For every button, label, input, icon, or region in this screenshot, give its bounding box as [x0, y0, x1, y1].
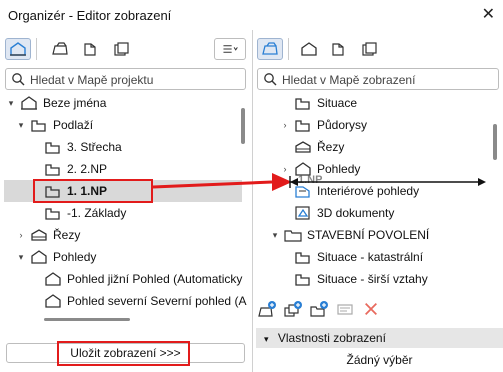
tree-item[interactable]: Situace — [280, 92, 357, 114]
house-icon — [20, 95, 38, 111]
toolbar-divider — [288, 38, 289, 60]
tree-item[interactable]: 3. Střecha — [30, 136, 122, 158]
search-icon — [12, 73, 25, 86]
view-map-button[interactable] — [47, 38, 73, 60]
right-vertical-scrollbar[interactable] — [493, 124, 497, 160]
layout-book-tab-button[interactable] — [326, 38, 352, 60]
tree-item[interactable]: ▾ Podlaží — [16, 114, 93, 136]
view-properties-header[interactable]: ▾ Vlastnosti zobrazení — [256, 328, 503, 348]
floor-icon — [294, 117, 312, 133]
left-vertical-scrollbar[interactable] — [241, 108, 245, 144]
floor-icon — [30, 117, 48, 133]
chevron-right-icon[interactable]: › — [16, 230, 26, 240]
expand-arrow-icon[interactable]: ▾ — [6, 98, 16, 109]
chevron-right-icon[interactable]: › — [280, 164, 290, 174]
floor-icon — [294, 249, 312, 265]
tree-item-label: Řezy — [53, 228, 81, 242]
folder-icon — [284, 227, 302, 243]
tree-item[interactable]: ▾ STAVEBNÍ POVOLENÍ — [270, 224, 430, 246]
tree-item-label: 3. Střecha — [67, 140, 122, 154]
view-map-tab-button[interactable] — [257, 38, 283, 60]
toolbar-divider — [36, 38, 37, 60]
search-icon — [264, 73, 277, 86]
floor-icon — [294, 271, 312, 287]
tree-item[interactable]: › Řezy — [16, 224, 81, 246]
elevation-icon — [44, 271, 62, 287]
floor-icon — [294, 95, 312, 111]
3d-doc-icon — [294, 205, 312, 221]
pane-divider[interactable] — [252, 30, 253, 372]
title-bar: Organizér - Editor zobrazení ✕ — [0, 0, 503, 30]
view-properties-body: Žádný výběr — [256, 350, 503, 370]
search-placeholder: Hledat v Mapě zobrazení — [282, 73, 416, 87]
tree-item[interactable]: Situace - katastrální — [280, 246, 423, 268]
chevron-right-icon[interactable]: › — [280, 120, 290, 130]
publisher-sets-tab-button[interactable] — [356, 38, 382, 60]
section-icon — [294, 139, 312, 155]
elevation-icon — [44, 293, 62, 309]
tree-item[interactable]: ▾ Pohledy — [16, 246, 97, 268]
window-title: Organizér - Editor zobrazení — [8, 8, 172, 23]
expand-arrow-icon[interactable]: ▾ — [16, 120, 26, 131]
expand-arrow-icon[interactable]: ▾ — [270, 230, 280, 241]
tree-item-label: Řezy — [317, 140, 345, 154]
floor-icon — [44, 205, 62, 221]
tree-item[interactable]: Pohled severní Severní pohled (A — [30, 290, 246, 312]
tree-item-label: Situace - katastrální — [317, 250, 424, 264]
tree-item-label: 2. 2.NP — [67, 162, 108, 176]
new-folder-button[interactable] — [308, 299, 330, 319]
tree-item[interactable]: 3D dokumenty — [280, 202, 394, 224]
publisher-sets-button[interactable] — [108, 38, 134, 60]
layout-book-button[interactable] — [78, 38, 104, 60]
floor-icon — [44, 139, 62, 155]
tree-item-label: Interiérové pohledy — [317, 184, 420, 198]
new-view-button[interactable] — [256, 299, 278, 319]
tree-item-label: Pohledy — [53, 250, 97, 264]
tree-item[interactable]: Situace - širší vztahy — [280, 268, 428, 290]
tree-item[interactable]: ▾ Beze jména — [6, 92, 107, 114]
menu-button[interactable] — [214, 38, 246, 60]
tree-item[interactable]: -1. Základy — [30, 202, 126, 224]
tree-item-label: Situace — [317, 96, 358, 110]
floor-icon — [44, 161, 62, 177]
save-button-highlight — [57, 341, 190, 366]
view-properties-title: Vlastnosti zobrazení — [277, 331, 386, 345]
selected-row-highlight — [33, 179, 153, 203]
project-map-search-input[interactable]: Hledat v Mapě projektu — [5, 68, 246, 90]
drag-ghost-label: 1.NP — [298, 174, 323, 186]
tree-item-label: Beze jména — [43, 96, 107, 110]
left-horizontal-scrollbar[interactable] — [44, 318, 130, 321]
tree-item-label: 3D dokumenty — [317, 206, 395, 220]
tree-item-label: STAVEBNÍ POVOLENÍ — [307, 228, 430, 242]
no-selection-text: Žádný výběr — [346, 353, 413, 367]
tree-item[interactable]: 2. 2.NP — [30, 158, 107, 180]
tree-item-label: Pohledy — [317, 162, 361, 176]
view-map-search-input[interactable]: Hledat v Mapě zobrazení — [257, 68, 499, 90]
tree-item-label: Pohled jižní Pohled (Automaticky — [67, 272, 243, 286]
tree-item[interactable]: Pohled jižní Pohled (Automaticky — [30, 268, 242, 290]
tree-item-label: Podlaží — [53, 118, 94, 132]
tree-item[interactable]: Řezy — [280, 136, 344, 158]
search-placeholder: Hledat v Mapě projektu — [30, 73, 154, 87]
tree-item-label: -1. Základy — [67, 206, 127, 220]
expand-arrow-icon[interactable]: ▾ — [16, 252, 26, 263]
tree-item-label: Pohled severní Severní pohled (A — [67, 294, 247, 308]
view-settings-button[interactable] — [334, 299, 356, 319]
view-tools — [256, 298, 382, 320]
tree-item[interactable]: › Půdorysy — [280, 114, 368, 136]
section-icon — [30, 227, 48, 243]
project-map-button[interactable] — [5, 38, 31, 60]
elevation-icon — [30, 249, 48, 265]
collapse-arrow-icon: ▾ — [264, 334, 269, 344]
tree-item-label: Situace - širší vztahy — [317, 272, 428, 286]
delete-icon[interactable] — [360, 299, 382, 319]
tree-item-label: Půdorysy — [317, 118, 368, 132]
close-icon[interactable]: ✕ — [482, 4, 495, 24]
clone-view-button[interactable] — [282, 299, 304, 319]
project-map-tab-button[interactable] — [296, 38, 322, 60]
